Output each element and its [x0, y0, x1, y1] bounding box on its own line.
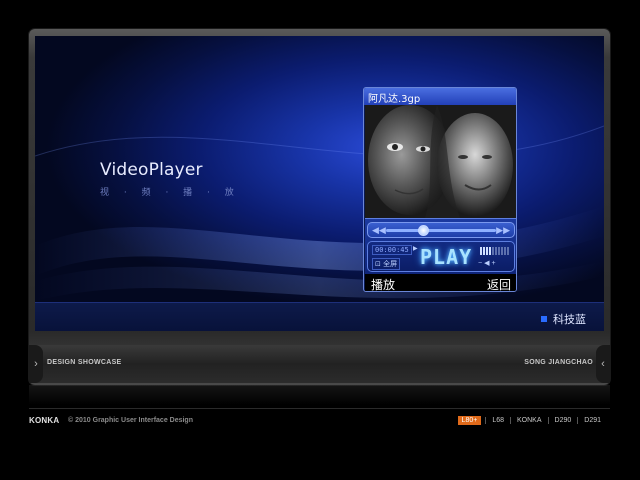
play-button[interactable]: 播放: [371, 276, 395, 291]
app-subtitle: 视 · 频 · 播 · 放: [100, 188, 240, 198]
model-link[interactable]: D290: [547, 417, 578, 424]
lcd-display: 00:00:45 ⊡ 全屏 ▶ PLAY −◀+: [367, 241, 515, 272]
control-panel: ◀◀ ▶▶ 00:00:45 ⊡ 全屏 ▶ PLAY −◀+: [365, 218, 516, 278]
fullscreen-label: 全屏: [383, 260, 398, 268]
model-link[interactable]: L68: [485, 417, 510, 424]
skin-color-swatch: [541, 316, 547, 322]
seek-thumb[interactable]: [417, 225, 429, 236]
file-name: 阿凡达.3gp: [364, 88, 516, 105]
showcase-right-label: SONG JIANGCHAO: [524, 359, 593, 366]
screen: [35, 36, 604, 331]
fullscreen-button[interactable]: ⊡ 全屏: [372, 258, 401, 270]
app-title: VideoPlayer: [100, 160, 203, 180]
seek-track: [386, 229, 496, 232]
player-footer: 播放 返回: [365, 274, 516, 291]
background-waves: [35, 125, 604, 301]
skin-bar: 科技蓝: [35, 302, 604, 331]
model-link[interactable]: D291: [577, 417, 607, 424]
previous-arrow-icon[interactable]: ›: [29, 345, 43, 383]
next-arrow-icon[interactable]: ‹: [596, 345, 610, 383]
footer-divider: [29, 408, 610, 409]
playback-state: PLAY: [420, 245, 473, 269]
reflection: [29, 385, 610, 405]
seek-bar[interactable]: ◀◀ ▶▶: [367, 222, 515, 238]
play-indicator-icon: ▶: [413, 246, 418, 252]
model-links: L80+ L68 KONKA D290 D291: [457, 416, 607, 425]
skin-label: 科技蓝: [553, 313, 586, 326]
showcase-left-label: DESIGN SHOWCASE: [47, 359, 122, 366]
volume-level: [480, 247, 512, 255]
copyright: © 2010 Graphic User Interface Design: [68, 417, 193, 424]
volume-up-icon[interactable]: +: [491, 260, 497, 267]
fast-forward-icon[interactable]: ▶▶: [496, 225, 510, 236]
rewind-icon[interactable]: ◀◀: [372, 225, 386, 236]
skin-selector[interactable]: 科技蓝: [541, 311, 586, 327]
model-link[interactable]: KONKA: [510, 417, 548, 424]
brand-logo: KONKA: [29, 416, 60, 425]
back-button[interactable]: 返回: [487, 276, 511, 291]
volume-controls[interactable]: −◀+: [478, 259, 498, 267]
video-player: 阿凡达.3gp ◀◀ ▶▶ 00:00:45 ⊡ 全屏 ▶ PLAY −◀+ 播…: [363, 87, 517, 292]
time-display: 00:00:45: [372, 245, 412, 255]
model-link[interactable]: L80+: [457, 416, 482, 425]
